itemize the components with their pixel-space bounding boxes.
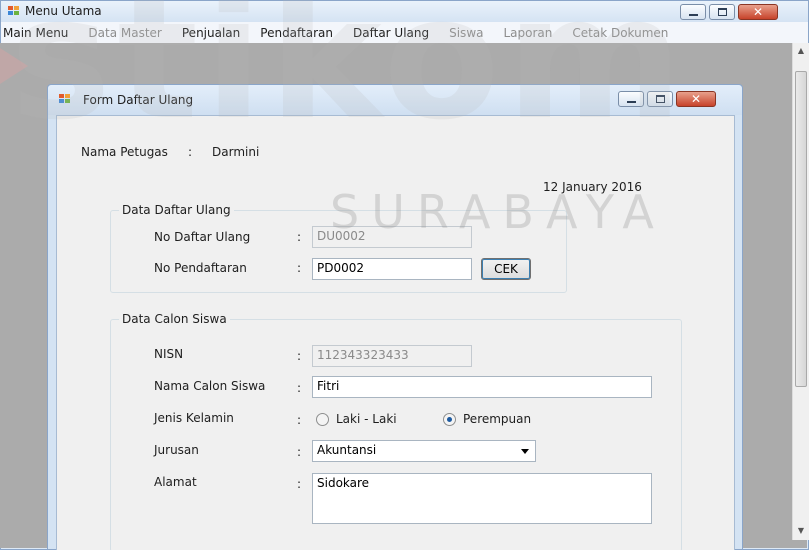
nisn-separator: : <box>297 349 302 363</box>
jenis-kelamin-label: Jenis Kelamin <box>154 411 234 425</box>
nisn-label: NISN <box>154 347 184 361</box>
nama-calon-siswa-field[interactable]: Fitri <box>312 376 652 398</box>
mdi-vertical-scrollbar[interactable]: ▲ ▼ <box>792 43 809 540</box>
no-daftar-ulang-label: No Daftar Ulang <box>154 230 251 244</box>
minimize-icon <box>627 101 636 103</box>
close-icon: ✕ <box>690 92 702 106</box>
menu-bar: Main Menu Data Master Penjualan Pendafta… <box>1 22 808 44</box>
maximize-button[interactable] <box>709 4 735 20</box>
group-title-calon-siswa: Data Calon Siswa <box>119 312 230 326</box>
menu-penjualan[interactable]: Penjualan <box>172 26 250 40</box>
nisn-field[interactable]: 112343323433 <box>312 345 472 367</box>
minimize-icon <box>689 14 698 16</box>
no-daftar-ulang-field[interactable]: DU0002 <box>312 226 472 248</box>
close-icon: ✕ <box>752 5 764 19</box>
no-pendaftaran-separator: : <box>297 261 302 275</box>
menu-laporan[interactable]: Laporan <box>493 26 562 40</box>
menu-siswa[interactable]: Siswa <box>439 26 493 40</box>
date-label: 12 January 2016 <box>543 180 642 194</box>
group-data-daftar-ulang: Data Daftar Ulang <box>110 203 567 293</box>
scroll-down-icon[interactable]: ▼ <box>793 523 809 539</box>
radio-laki-laki[interactable] <box>316 413 329 426</box>
menu-main-menu[interactable]: Main Menu <box>1 26 78 40</box>
menu-data-master[interactable]: Data Master <box>78 26 171 40</box>
no-daftar-ulang-separator: : <box>297 230 302 244</box>
radio-perempuan[interactable] <box>443 413 456 426</box>
form-close-button[interactable]: ✕ <box>676 91 716 107</box>
cek-button[interactable]: CEK <box>481 258 531 280</box>
jurusan-label: Jurusan <box>154 443 199 457</box>
alamat-textarea[interactable]: Sidokare <box>312 473 652 524</box>
nama-calon-siswa-label: Nama Calon Siswa <box>154 379 266 393</box>
petugas-value: Darmini <box>212 145 260 159</box>
form-title-bar[interactable]: Form Daftar Ulang ✕ <box>48 85 742 115</box>
form-daftar-ulang-window: Form Daftar Ulang ✕ Nama Petugas : Darmi… <box>47 84 743 550</box>
main-window-title: Menu Utama <box>25 4 102 18</box>
form-title: Form Daftar Ulang <box>83 93 194 107</box>
nama-separator: : <box>297 381 302 395</box>
menu-daftar-ulang[interactable]: Daftar Ulang <box>343 26 439 40</box>
jurusan-selected-value: Akuntansi <box>317 443 377 457</box>
radio-perempuan-label[interactable]: Perempuan <box>463 412 531 426</box>
form-client-area: Nama Petugas : Darmini 12 January 2016 D… <box>56 115 735 550</box>
minimize-button[interactable] <box>680 4 706 20</box>
app-icon <box>8 6 19 16</box>
group-title-daftar-ulang: Data Daftar Ulang <box>119 203 234 217</box>
jurusan-separator: : <box>297 445 302 459</box>
petugas-separator: : <box>188 145 193 159</box>
scroll-up-icon[interactable]: ▲ <box>793 43 809 59</box>
jurusan-dropdown[interactable]: Akuntansi <box>312 440 536 462</box>
alamat-separator: : <box>297 477 302 491</box>
maximize-icon <box>718 8 727 16</box>
chevron-down-icon[interactable] <box>521 449 529 454</box>
maximize-icon <box>656 95 665 103</box>
form-maximize-button[interactable] <box>647 91 673 107</box>
no-pendaftaran-field[interactable]: PD0002 <box>312 258 472 280</box>
no-pendaftaran-label: No Pendaftaran <box>154 261 247 275</box>
close-button[interactable]: ✕ <box>738 4 778 20</box>
radio-laki-laki-label[interactable]: Laki - Laki <box>336 412 397 426</box>
form-minimize-button[interactable] <box>618 91 644 107</box>
petugas-label: Nama Petugas <box>81 145 168 159</box>
menu-cetak-dokumen[interactable]: Cetak Dokumen <box>562 26 678 40</box>
main-title-bar[interactable]: Menu Utama ✕ <box>1 1 808 22</box>
form-icon <box>59 94 70 104</box>
menu-pendaftaran[interactable]: Pendaftaran <box>250 26 343 40</box>
jenis-kelamin-separator: : <box>297 413 302 427</box>
alamat-label: Alamat <box>154 475 197 489</box>
scrollbar-thumb[interactable] <box>795 71 807 387</box>
